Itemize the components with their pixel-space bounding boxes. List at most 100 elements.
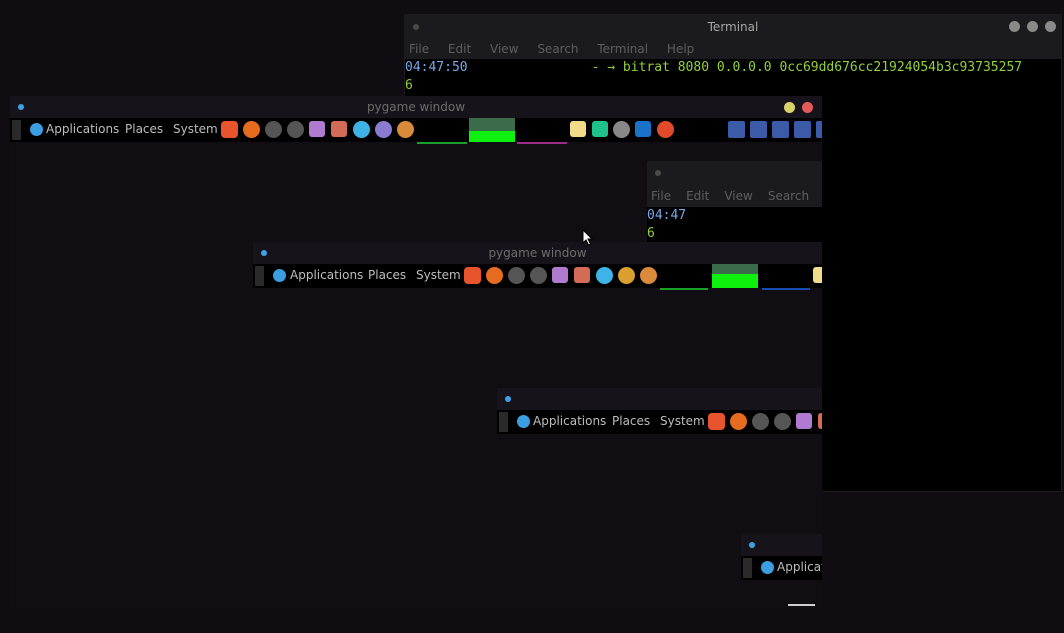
pygame-title: pygame window: [366, 100, 466, 114]
terminal-titlebar[interactable]: [647, 161, 822, 185]
window-menu-icon[interactable]: [505, 396, 511, 402]
tools-icon[interactable]: [613, 121, 630, 138]
applications-logo-icon: [273, 269, 286, 282]
menu-terminal[interactable]: Terminal: [597, 42, 648, 56]
firefox-icon[interactable]: [730, 413, 747, 430]
places-menu[interactable]: Places: [125, 122, 163, 136]
minimize-button[interactable]: [784, 102, 795, 113]
menu-edit[interactable]: Edit: [686, 189, 709, 203]
firefox-icon[interactable]: [243, 121, 260, 138]
output-line: 6: [647, 226, 655, 241]
terminal-launcher-icon[interactable]: [508, 267, 525, 284]
system-menu[interactable]: System: [416, 268, 461, 282]
top-panel: Applications Places System: [10, 118, 822, 144]
panel-handle[interactable]: [255, 266, 264, 286]
menu-search[interactable]: Search: [537, 42, 578, 56]
workspace-2-icon[interactable]: [750, 121, 767, 138]
network-graph: [762, 264, 810, 290]
output-line: 6: [405, 78, 413, 93]
places-menu[interactable]: Places: [368, 268, 406, 282]
file-manager-icon[interactable]: [618, 267, 635, 284]
prompt-time: 04:47:50: [405, 60, 468, 75]
task-checkbox-icon[interactable]: [818, 413, 822, 429]
system-menu[interactable]: System: [173, 122, 218, 136]
applications-menu[interactable]: Applications: [290, 268, 363, 282]
cpu-graph: [417, 118, 467, 144]
firefox-icon[interactable]: [486, 267, 503, 284]
task-checkbox-icon[interactable]: [574, 267, 590, 283]
top-panel: Applicat: [741, 556, 822, 580]
terminal-launcher-icon[interactable]: [265, 121, 282, 138]
system-menu[interactable]: System: [660, 414, 705, 428]
task-checkbox-icon[interactable]: [331, 121, 347, 137]
terminal-titlebar[interactable]: Terminal: [405, 15, 1061, 39]
menu-edit[interactable]: Edit: [448, 42, 471, 56]
applications-logo-icon: [30, 123, 43, 136]
terminal-output[interactable]: 04:47:50 - → bitrat 8080 0.0.0.0 0cc69dd6…: [405, 59, 1061, 95]
window-menu-icon[interactable]: [18, 104, 24, 110]
window-menu-icon[interactable]: [261, 250, 267, 256]
menu-view[interactable]: View: [490, 42, 518, 56]
workspace-5-icon[interactable]: [816, 121, 822, 138]
printer-icon[interactable]: [813, 267, 822, 283]
printer-icon[interactable]: [570, 121, 586, 137]
workspace-1-icon[interactable]: [728, 121, 745, 138]
workspace-3-icon[interactable]: [772, 121, 789, 138]
terminal-title: Terminal: [707, 20, 759, 34]
minimize-button[interactable]: [1009, 21, 1020, 32]
chrome-icon[interactable]: [657, 121, 674, 138]
window-menu-icon[interactable]: [655, 170, 661, 176]
menu-view[interactable]: View: [724, 189, 752, 203]
top-panel: Applications Places System: [497, 410, 822, 434]
cpu-graph: [660, 264, 708, 290]
places-menu[interactable]: Places: [612, 414, 650, 428]
settings-tool-icon[interactable]: [640, 267, 657, 284]
resize-line: [788, 604, 815, 606]
terminal-alt-icon[interactable]: [774, 413, 791, 430]
pygame-titlebar[interactable]: [741, 534, 822, 556]
terminal-launcher-icon[interactable]: [752, 413, 769, 430]
notes-icon[interactable]: [353, 121, 370, 138]
menu-file[interactable]: File: [651, 189, 671, 203]
mouse-cursor-icon: [582, 229, 594, 246]
applications-menu[interactable]: Applications: [533, 414, 606, 428]
notes-icon[interactable]: [596, 267, 613, 284]
memory-graph: [469, 118, 515, 142]
text-editor-icon[interactable]: [796, 413, 812, 429]
brave-browser-icon[interactable]: [708, 413, 725, 430]
window-menu-icon[interactable]: [749, 542, 755, 548]
pygame-titlebar[interactable]: pygame window: [10, 96, 822, 118]
close-button[interactable]: [1045, 21, 1056, 32]
menu-help[interactable]: Help: [667, 42, 694, 56]
menu-search[interactable]: Search: [768, 189, 809, 203]
terminal-output[interactable]: 04:47 6: [647, 207, 822, 243]
pygame-titlebar[interactable]: [497, 388, 822, 410]
menu-file[interactable]: File: [409, 42, 429, 56]
settings-tool-icon[interactable]: [397, 121, 414, 138]
terminal-alt-icon[interactable]: [287, 121, 304, 138]
pygame-window-nested-3[interactable]: Applicat: [741, 534, 822, 608]
applications-logo-icon: [761, 561, 774, 574]
panel-handle[interactable]: [12, 120, 21, 140]
panel-handle[interactable]: [743, 558, 752, 578]
workspace-4-icon[interactable]: [794, 121, 811, 138]
calculator-icon[interactable]: [592, 121, 608, 137]
network-graph: [517, 118, 567, 144]
panel-handle[interactable]: [499, 412, 508, 432]
brave-browser-icon[interactable]: [221, 121, 238, 138]
brave-browser-icon[interactable]: [464, 267, 481, 284]
outlook-icon[interactable]: [635, 121, 651, 137]
pygame-titlebar[interactable]: pygame window: [253, 242, 822, 264]
file-manager-icon[interactable]: [375, 121, 392, 138]
applications-menu[interactable]: Applicat: [777, 560, 822, 574]
text-editor-icon[interactable]: [309, 121, 325, 137]
terminal-alt-icon[interactable]: [530, 267, 547, 284]
maximize-button[interactable]: [1027, 21, 1038, 32]
close-button[interactable]: [802, 102, 813, 113]
window-menu-icon[interactable]: [413, 24, 419, 30]
prompt-time: 04:47: [647, 208, 687, 223]
terminal-window-nested[interactable]: FileEditViewSearchTe 04:47 6: [647, 161, 822, 243]
text-editor-icon[interactable]: [552, 267, 568, 283]
pygame-title: pygame window: [488, 246, 587, 260]
applications-menu[interactable]: Applications: [46, 122, 119, 136]
